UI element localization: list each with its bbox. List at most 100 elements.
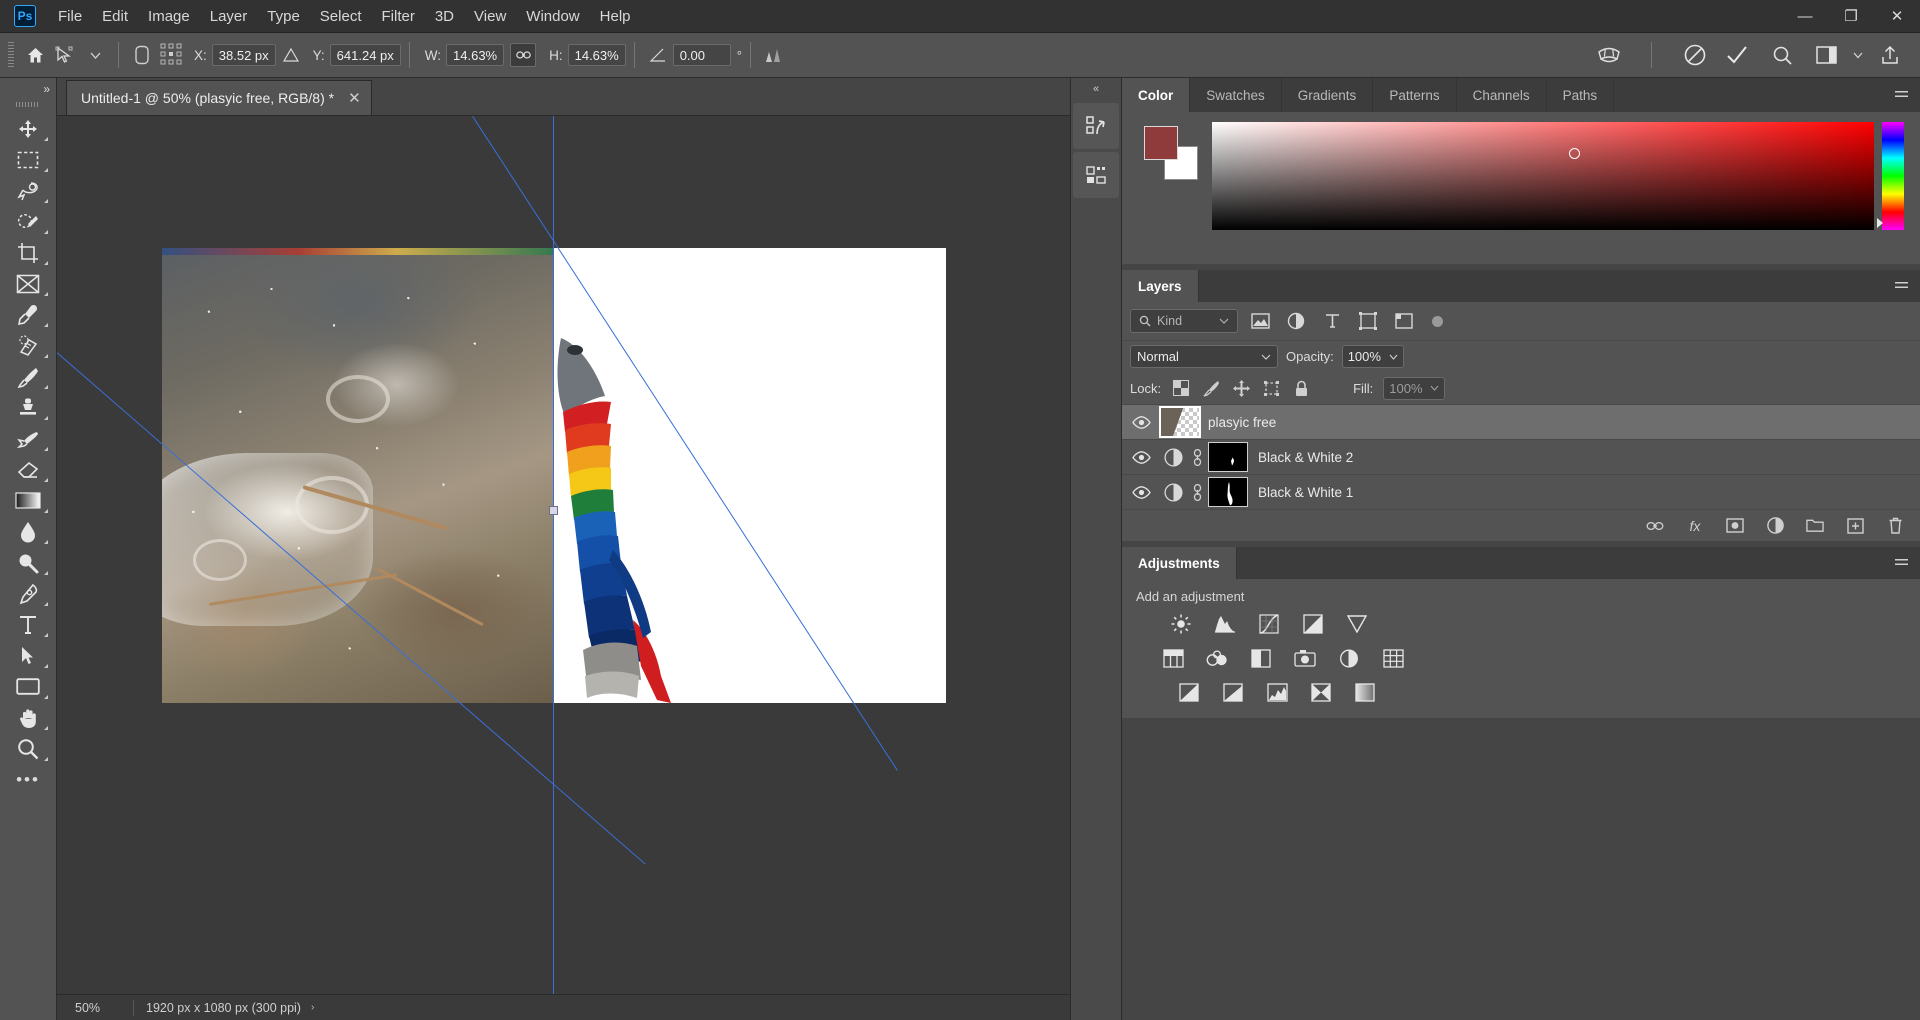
warp-icon[interactable] <box>1589 40 1629 70</box>
transform-handle-center[interactable] <box>549 506 558 515</box>
color-balance-icon[interactable] <box>1204 646 1230 670</box>
menu-3d[interactable]: 3D <box>425 4 464 29</box>
zoom-level[interactable]: 50% <box>75 1001 121 1015</box>
hue-slider[interactable] <box>1882 122 1904 230</box>
black-and-white-icon[interactable] <box>1248 646 1274 670</box>
hand-tool[interactable] <box>5 702 51 733</box>
share-icon[interactable] <box>1870 40 1910 70</box>
new-layer-icon[interactable] <box>1846 517 1864 535</box>
menu-filter[interactable]: Filter <box>372 4 425 29</box>
frame-tool[interactable] <box>5 268 51 299</box>
tab-swatches[interactable]: Swatches <box>1190 78 1282 112</box>
y-input[interactable]: 641.24 px <box>330 44 401 66</box>
rectangle-tool[interactable] <box>5 671 51 702</box>
levels-icon[interactable] <box>1212 612 1238 636</box>
filter-kind-select[interactable]: Kind <box>1130 309 1238 333</box>
pixel-filter-icon[interactable] <box>1246 309 1274 333</box>
path-select-icon[interactable] <box>50 40 80 70</box>
hue-saturation-icon[interactable] <box>1160 646 1186 670</box>
workspace-icon[interactable] <box>1806 40 1846 70</box>
table-row[interactable]: plasyic free <box>1122 404 1920 439</box>
reference-point-icon[interactable] <box>157 40 187 70</box>
add-mask-icon[interactable] <box>1726 517 1744 535</box>
blur-tool[interactable] <box>5 516 51 547</box>
eyedropper-tool[interactable] <box>5 299 51 330</box>
exposure-icon[interactable] <box>1300 612 1326 636</box>
cancel-transform-icon[interactable] <box>1674 40 1716 70</box>
opacity-input[interactable]: 100% <box>1342 345 1404 368</box>
layers-panel-menu-icon[interactable] <box>1883 270 1920 302</box>
new-adjustment-icon[interactable] <box>1766 517 1784 535</box>
tab-patterns[interactable]: Patterns <box>1373 78 1456 112</box>
width-input[interactable]: 14.63% <box>446 44 504 66</box>
lasso-tool[interactable] <box>5 175 51 206</box>
link-layers-icon[interactable] <box>1646 517 1664 535</box>
mask-link-icon[interactable] <box>1186 484 1208 501</box>
path-selection-tool[interactable] <box>5 640 51 671</box>
new-group-icon[interactable] <box>1806 517 1824 535</box>
search-icon[interactable] <box>1758 40 1806 70</box>
color-panel-menu-icon[interactable] <box>1883 78 1920 112</box>
crop-tool[interactable] <box>5 237 51 268</box>
tab-layers[interactable]: Layers <box>1122 270 1199 302</box>
pen-tool[interactable] <box>5 578 51 609</box>
table-row[interactable]: Black & White 1 <box>1122 474 1920 509</box>
layer-mask-thumbnail[interactable] <box>1208 442 1248 472</box>
lock-image-pixels-icon[interactable] <box>1201 378 1221 398</box>
layer-name[interactable]: Black & White 2 <box>1258 450 1353 465</box>
menu-file[interactable]: File <box>48 4 92 29</box>
minimize-button[interactable]: — <box>1782 0 1828 33</box>
filter-toggle-switch[interactable] <box>1432 316 1443 327</box>
clone-stamp-tool[interactable] <box>5 392 51 423</box>
canvas-area[interactable] <box>57 116 1070 1020</box>
artboard[interactable] <box>162 248 946 703</box>
options-bar-grip[interactable] <box>8 42 14 68</box>
menu-image[interactable]: Image <box>138 4 200 29</box>
chevron-down-icon[interactable] <box>80 40 110 70</box>
foreground-color-swatch[interactable] <box>1144 126 1178 160</box>
lock-artboard-icon[interactable] <box>1261 378 1281 398</box>
object-selection-tool[interactable] <box>5 206 51 237</box>
history-brush-tool[interactable] <box>5 423 51 454</box>
menu-view[interactable]: View <box>464 4 516 29</box>
menu-edit[interactable]: Edit <box>92 4 138 29</box>
lock-position-icon[interactable] <box>1231 378 1251 398</box>
document-tab[interactable]: Untitled-1 @ 50% (plasyic free, RGB/8) *… <box>66 80 372 115</box>
commit-transform-icon[interactable] <box>1716 40 1758 70</box>
layer-mask-thumbnail[interactable] <box>1208 477 1248 507</box>
layer-visibility-icon[interactable] <box>1122 451 1160 464</box>
close-button[interactable]: ✕ <box>1874 0 1920 33</box>
shear-icon[interactable] <box>759 40 789 70</box>
brush-tool[interactable] <box>5 361 51 392</box>
toolbar-grip[interactable] <box>16 102 40 107</box>
type-tool[interactable] <box>5 609 51 640</box>
black-and-white-adjustment-icon[interactable] <box>1160 448 1186 467</box>
dodge-tool[interactable] <box>5 547 51 578</box>
transform-toggle-icon[interactable] <box>127 40 157 70</box>
restore-button[interactable]: ❐ <box>1828 0 1874 33</box>
tab-gradients[interactable]: Gradients <box>1282 78 1374 112</box>
menu-help[interactable]: Help <box>590 4 641 29</box>
menu-layer[interactable]: Layer <box>200 4 258 29</box>
tab-paths[interactable]: Paths <box>1547 78 1615 112</box>
x-input[interactable]: 38.52 px <box>212 44 276 66</box>
home-icon[interactable] <box>20 40 50 70</box>
vibrance-icon[interactable] <box>1344 612 1370 636</box>
layer-visibility-icon[interactable] <box>1122 486 1160 499</box>
color-field[interactable] <box>1212 122 1874 230</box>
eraser-tool[interactable] <box>5 454 51 485</box>
table-row[interactable]: Black & White 2 <box>1122 439 1920 474</box>
selective-color-icon[interactable] <box>1308 680 1334 704</box>
photo-filter-icon[interactable] <box>1292 646 1318 670</box>
brightness-contrast-icon[interactable] <box>1168 612 1194 636</box>
color-lookup-icon[interactable] <box>1380 646 1406 670</box>
menu-type[interactable]: Type <box>257 4 310 29</box>
chain-link-icon[interactable] <box>510 43 536 67</box>
height-input[interactable]: 14.63% <box>568 44 626 66</box>
mask-link-icon[interactable] <box>1186 449 1208 466</box>
collapse-panels-button[interactable]: « <box>1071 78 1121 100</box>
gradient-map-icon[interactable] <box>1352 680 1378 704</box>
hue-slider-marker[interactable] <box>1877 218 1883 228</box>
curves-icon[interactable] <box>1256 612 1282 636</box>
menu-select[interactable]: Select <box>310 4 372 29</box>
